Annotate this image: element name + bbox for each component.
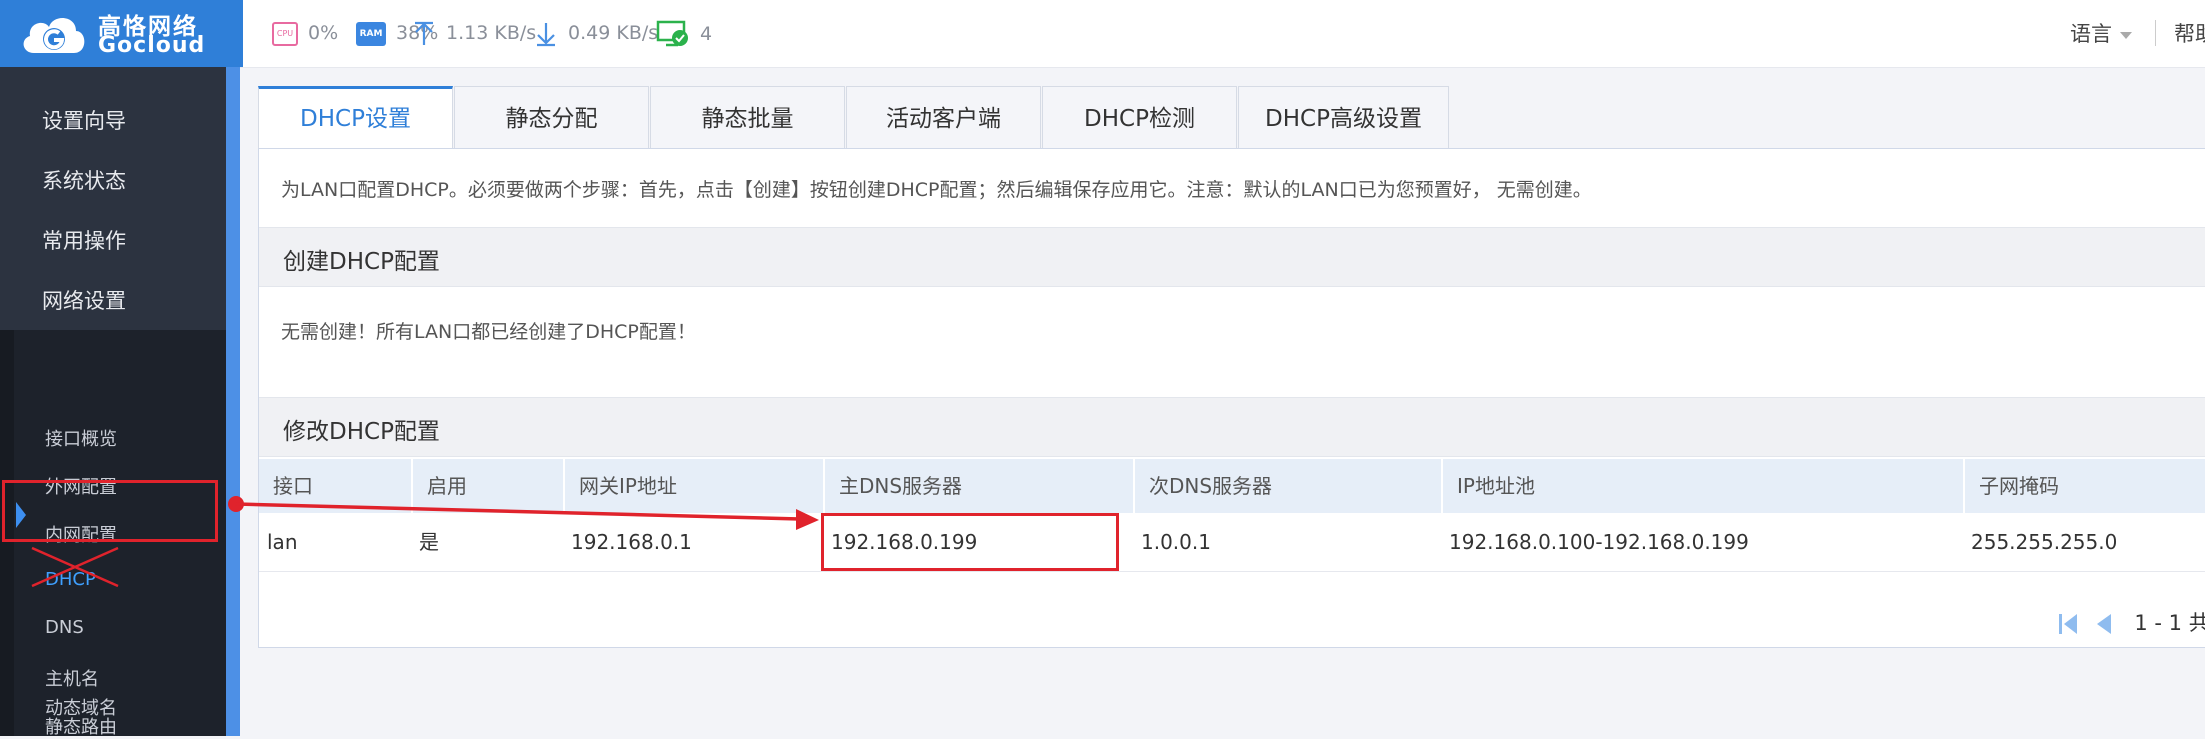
prev-page-icon[interactable] — [2092, 611, 2114, 637]
help-link[interactable]: 帮助 — [2174, 18, 2205, 48]
download-arrow-icon — [537, 22, 555, 46]
annotation-box-dhcp — [2, 480, 218, 542]
tab-active-clients[interactable]: 活动客户端 — [846, 86, 1041, 148]
tab-dhcp-advanced[interactable]: DHCP高级设置 — [1238, 86, 1449, 148]
tab-dhcp-settings[interactable]: DHCP设置 — [258, 86, 453, 148]
col-interface[interactable]: 接口 — [259, 459, 411, 513]
create-section-message: 无需创建！所有LAN口都已经创建了DHCP配置！ — [281, 321, 696, 343]
sidebar-item-interfaces[interactable]: 接口概览 — [45, 425, 117, 451]
cell-interface: lan — [267, 530, 298, 554]
top-bar: 高恪网络 Gocloud CPU 0% RAM 38% 1.13 KB/s 0.… — [0, 0, 2205, 68]
sidebar-item-dhcp[interactable]: DHCP — [45, 569, 96, 590]
cell-secondary-dns: 1.0.0.1 — [1141, 530, 1211, 554]
cloud-logo-icon — [23, 18, 85, 53]
tab-static-batch[interactable]: 静态批量 — [650, 86, 845, 148]
col-secondary-dns[interactable]: 次DNS服务器 — [1133, 459, 1441, 513]
instruction-note: 为LAN口配置DHCP。必须要做两个步骤：首先，点击【创建】按钮创建DHCP配置… — [281, 179, 1592, 201]
monitor-check-icon — [656, 20, 688, 47]
pagination: 1 - 1 共 — [2057, 607, 2205, 637]
cell-subnet-mask: 255.255.255.0 — [1971, 530, 2118, 554]
tab-static-allocation[interactable]: 静态分配 — [454, 86, 649, 148]
create-section-header: 创建DHCP配置 — [259, 227, 2205, 287]
pagination-range: 1 - 1 共 — [2134, 611, 2205, 635]
sidebar-scrollbar[interactable] — [226, 67, 240, 736]
upload-stat: 1.13 KB/s — [412, 20, 536, 46]
sidebar-item-ddns[interactable]: 动态域名 — [45, 694, 117, 720]
annotation-box-primary-dns — [821, 513, 1119, 571]
tab-dhcp-detection[interactable]: DHCP检测 — [1042, 86, 1237, 148]
table-row[interactable]: lan 是 192.168.0.1 192.168.0.199 1.0.0.1 … — [259, 513, 2205, 572]
language-selector[interactable]: 语言 — [2070, 18, 2132, 48]
col-subnet-mask[interactable]: 子网掩码 — [1963, 459, 2205, 513]
sidebar-item-dns[interactable]: DNS — [45, 617, 84, 638]
brand-logo[interactable]: 高恪网络 Gocloud — [0, 0, 243, 67]
sidebar-item-system-status[interactable]: 系统状态 — [42, 165, 126, 195]
devices-stat[interactable]: 4 — [656, 20, 713, 47]
devices-count: 4 — [700, 22, 713, 45]
create-section-title: 创建DHCP配置 — [283, 249, 440, 275]
table-header: 接口 启用 网关IP地址 主DNS服务器 次DNS服务器 IP地址池 子网掩码 — [259, 459, 2205, 513]
chevron-down-icon — [2120, 31, 2132, 39]
header-divider — [2155, 20, 2156, 46]
sidebar-main-menu: 设置向导 系统状态 常用操作 网络设置 — [0, 67, 226, 330]
cell-ip-pool: 192.168.0.100-192.168.0.199 — [1449, 530, 1749, 554]
cell-enabled: 是 — [419, 530, 439, 554]
first-page-icon[interactable] — [2057, 611, 2079, 637]
sidebar-item-network-settings[interactable]: 网络设置 — [42, 285, 126, 315]
sidebar-item-common-ops[interactable]: 常用操作 — [42, 225, 126, 255]
language-label: 语言 — [2070, 22, 2112, 46]
upload-arrow-icon — [415, 21, 433, 45]
main-content: DHCP设置 静态分配 静态批量 活动客户端 DHCP检测 DHCP高级设置 为… — [258, 86, 2205, 648]
col-gateway-ip[interactable]: 网关IP地址 — [563, 459, 823, 513]
sidebar-item-setup-wizard[interactable]: 设置向导 — [42, 105, 126, 135]
col-ip-pool[interactable]: IP地址池 — [1441, 459, 1963, 513]
col-enabled[interactable]: 启用 — [411, 459, 563, 513]
cpu-value: 0% — [308, 22, 339, 44]
cpu-icon: CPU — [272, 21, 298, 46]
ram-icon: RAM — [356, 21, 386, 46]
cpu-stat: CPU 0% — [272, 20, 338, 46]
col-primary-dns[interactable]: 主DNS服务器 — [823, 459, 1133, 513]
download-value: 0.49 KB/s — [568, 22, 659, 44]
dhcp-panel: 为LAN口配置DHCP。必须要做两个步骤：首先，点击【创建】按钮创建DHCP配置… — [258, 148, 2205, 648]
cell-gateway-ip: 192.168.0.1 — [571, 530, 692, 554]
sidebar: 设置向导 系统状态 常用操作 网络设置 接口概览 外网配置 内网配置 DHCP … — [0, 67, 226, 738]
sidebar-item-hostname[interactable]: 主机名 — [45, 665, 99, 691]
modify-section-title: 修改DHCP配置 — [283, 419, 440, 445]
modify-section-header: 修改DHCP配置 — [259, 397, 2205, 457]
download-stat: 0.49 KB/s — [534, 20, 658, 46]
brand-name-en: Gocloud — [98, 33, 206, 58]
upload-value: 1.13 KB/s — [446, 22, 537, 44]
